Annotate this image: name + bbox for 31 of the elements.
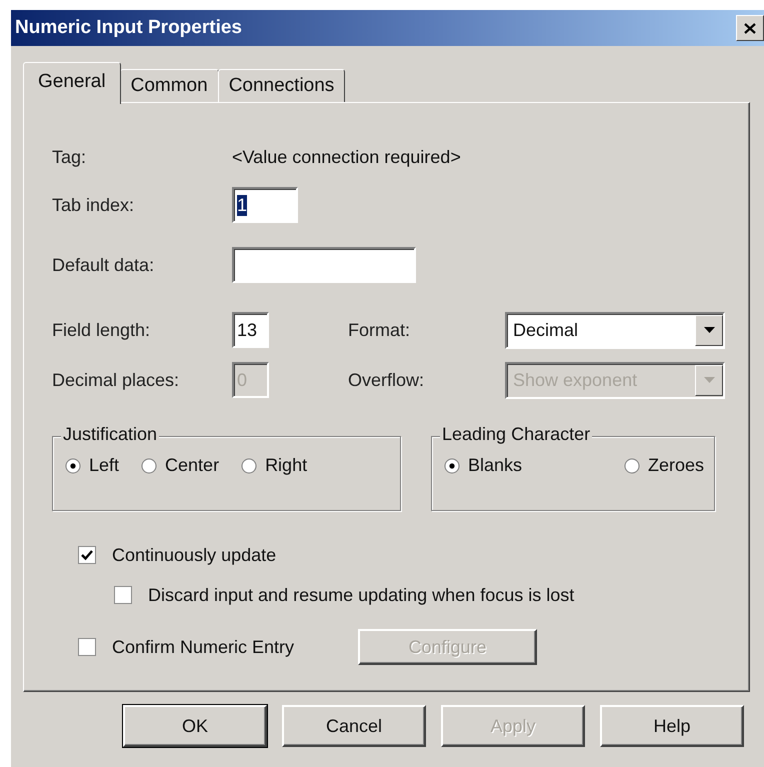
radio-option[interactable]: Blanks [444,455,522,476]
checkbox-option[interactable]: Continuously update [78,544,276,566]
field-label: Default data: [52,254,156,276]
input-field[interactable]: 13 [232,312,269,348]
checkbox-option[interactable]: Confirm Numeric Entry [78,636,294,658]
radio-option[interactable]: Center [141,455,220,476]
dialog-button[interactable]: Cancel [282,705,426,747]
radio-option[interactable]: Right [241,455,308,476]
caret-icon [704,327,714,333]
tag-value: <Value connection required> [232,146,462,168]
dialog-button[interactable]: OK [123,705,267,747]
tab[interactable]: General [23,62,121,104]
field-label: Tab index: [52,194,136,216]
field-label: Tag: [52,146,88,168]
input-field[interactable]: 1 [232,187,298,223]
field-label: Overflow: [348,370,426,390]
group-title: Leading Character [440,424,592,445]
input-field[interactable] [232,247,416,283]
dialog-button[interactable]: Help [600,705,744,747]
field-label: Field length: [52,320,152,340]
field-label: Format: [348,320,412,340]
radio-option[interactable]: Zeroes [624,455,704,476]
radio-option[interactable]: Left [65,455,120,476]
tab[interactable]: Connections [218,69,346,102]
dropdown[interactable]: Decimal [505,312,725,348]
close-icon [744,22,756,34]
window-title: Numeric Input Properties [15,17,242,39]
close-button[interactable] [736,15,764,41]
caret-icon [704,377,714,383]
checkbox-option[interactable]: Discard input and resume updating when focus is lost [114,584,574,606]
field-label: Decimal places: [52,370,180,390]
